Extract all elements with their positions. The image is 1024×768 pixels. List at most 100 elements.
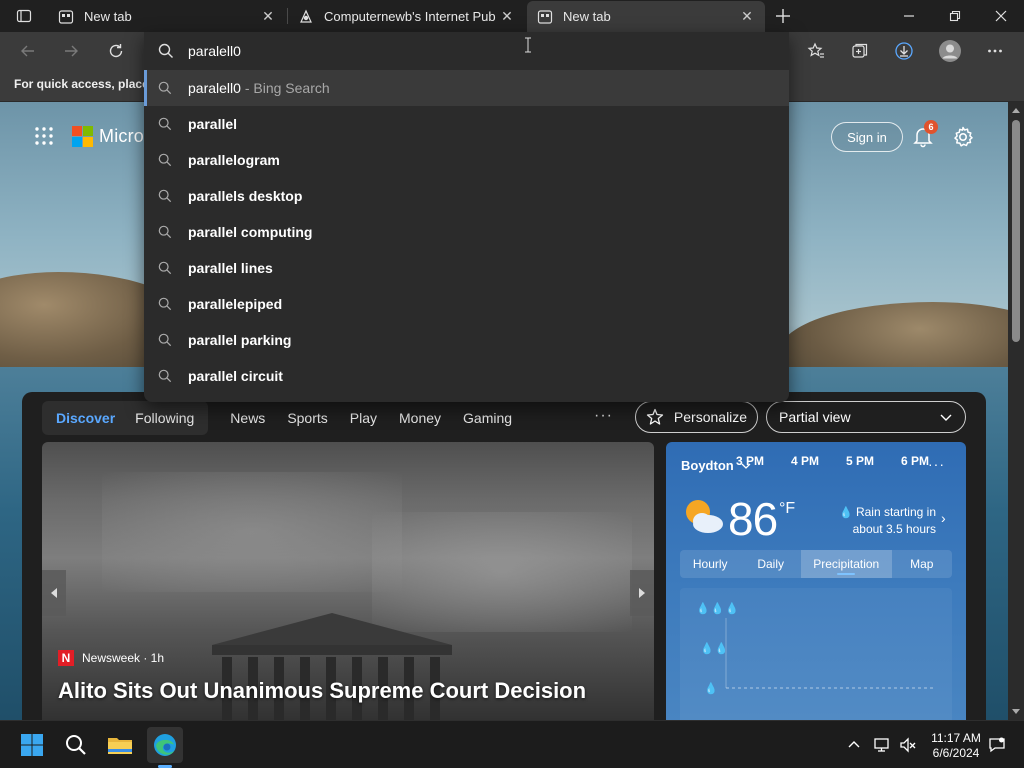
back-button[interactable] xyxy=(13,36,43,66)
view-mode-dropdown[interactable]: Partial view xyxy=(766,401,966,433)
scroll-down-arrow-icon[interactable] xyxy=(1012,709,1020,714)
minimize-button[interactable] xyxy=(886,0,932,32)
suggestion-item[interactable]: parallel lines xyxy=(144,250,789,286)
favorites-button[interactable] xyxy=(801,36,831,66)
newsweek-logo: N xyxy=(58,650,74,666)
tab-1[interactable]: New tab ✕ xyxy=(48,1,286,32)
file-explorer-button[interactable] xyxy=(102,727,138,763)
rain-line-1-text: Rain starting in xyxy=(855,505,936,519)
triangle-right-icon xyxy=(639,588,645,598)
restore-icon xyxy=(949,10,961,22)
sign-in-button[interactable]: Sign in xyxy=(831,122,903,152)
chevron-down-icon xyxy=(940,414,952,421)
folder-icon xyxy=(108,738,132,754)
scrollbar-thumb[interactable] xyxy=(1012,120,1020,342)
weather-rain-forecast[interactable]: 💧 Rain starting in about 3.5 hours xyxy=(826,504,936,537)
personalize-button[interactable]: Personalize xyxy=(635,401,758,433)
microsoft-logo[interactable]: Micros xyxy=(72,126,153,147)
app-launcher-button[interactable] xyxy=(34,126,54,146)
tab-close-button[interactable]: ✕ xyxy=(260,8,276,25)
suggestion-text: parallelogram xyxy=(188,152,280,168)
refresh-button[interactable] xyxy=(101,36,131,66)
page-settings-button[interactable] xyxy=(951,125,975,149)
news-headline[interactable]: Alito Sits Out Unanimous Supreme Court D… xyxy=(58,678,586,704)
tab-news[interactable]: News xyxy=(230,410,265,426)
search-icon xyxy=(158,261,172,275)
rain-line-1: 💧 Rain starting in xyxy=(826,504,936,521)
weather-tab-map[interactable]: Map xyxy=(892,550,952,578)
carousel-next-button[interactable] xyxy=(630,570,654,616)
tab-gaming[interactable]: Gaming xyxy=(463,410,512,426)
tab-money[interactable]: Money xyxy=(399,410,441,426)
search-icon xyxy=(158,369,172,383)
weather-tab-daily[interactable]: Daily xyxy=(740,550,800,578)
news-hero-card[interactable]: N Newsweek · 1h Alito Sits Out Unanimous… xyxy=(42,442,654,720)
edge-taskbar-button[interactable] xyxy=(147,727,183,763)
close-window-button[interactable] xyxy=(978,0,1024,32)
search-icon xyxy=(66,735,86,755)
search-icon xyxy=(158,117,172,131)
more-horizontal-icon xyxy=(988,49,1002,53)
text-cursor-icon xyxy=(525,37,531,53)
suggestion-item-search[interactable]: paralell0 - Bing Search xyxy=(144,70,789,106)
suggestion-text: parallel lines xyxy=(188,260,273,276)
suggestion-item[interactable]: parallels desktop xyxy=(144,178,789,214)
raindrop-icon: 💧 xyxy=(839,507,853,519)
tab-play[interactable]: Play xyxy=(350,410,377,426)
tab-close-button[interactable]: ✕ xyxy=(499,8,515,25)
notification-badge: 6 xyxy=(924,120,938,134)
restore-button[interactable] xyxy=(932,0,978,32)
waffle-grid-icon xyxy=(35,127,53,145)
carousel-prev-button[interactable] xyxy=(42,570,66,616)
feed-more-button[interactable]: ··· xyxy=(594,407,613,425)
weather-temperature: 86 xyxy=(728,493,778,545)
tray-overflow-button[interactable] xyxy=(844,735,864,755)
rain-line-2: about 3.5 hours xyxy=(852,522,936,536)
suggestion-text: parallels desktop xyxy=(188,188,303,204)
suggestion-item[interactable]: parallelepiped xyxy=(144,286,789,322)
suggestion-item[interactable]: parallel circuit xyxy=(144,358,789,394)
volume-button[interactable] xyxy=(898,735,918,755)
notification-center-button[interactable] xyxy=(987,735,1007,755)
suggestion-item[interactable]: parallelogram xyxy=(144,142,789,178)
suggestion-item[interactable]: parallel xyxy=(144,106,789,142)
tab-discover[interactable]: Discover xyxy=(46,405,125,431)
suggestion-text: parallelepiped xyxy=(188,296,283,312)
address-input[interactable] xyxy=(188,40,748,62)
weather-hour-label: 3 PM xyxy=(736,454,765,468)
weather-tab-precipitation[interactable]: Precipitation xyxy=(800,550,892,578)
news-source: N Newsweek · 1h xyxy=(58,650,164,666)
tab-actions-button[interactable] xyxy=(8,4,40,28)
suggestion-item[interactable]: parallel computing xyxy=(144,214,789,250)
avatar-icon xyxy=(939,40,961,62)
suggestion-item[interactable]: parallel parking xyxy=(144,322,789,358)
new-tab-page-icon xyxy=(58,9,74,24)
network-button[interactable] xyxy=(872,735,892,755)
suggestion-suffix: - Bing Search xyxy=(240,80,330,96)
downloads-button[interactable] xyxy=(889,36,919,66)
tab-close-button[interactable]: ✕ xyxy=(739,8,755,25)
search-icon xyxy=(158,333,172,347)
taskbar-clock[interactable]: 11:17 AM 6/6/2024 xyxy=(928,731,984,761)
chevron-right-icon[interactable]: › xyxy=(941,510,946,526)
address-bar xyxy=(144,32,789,70)
collections-button[interactable] xyxy=(845,36,875,66)
forward-button[interactable] xyxy=(56,36,86,66)
tab-following[interactable]: Following xyxy=(125,405,204,431)
tab-2[interactable]: Computernewb's Internet Pub H ✕ xyxy=(288,1,525,32)
profile-button[interactable] xyxy=(935,36,965,66)
tab-3-active[interactable]: New tab ✕ xyxy=(527,1,765,32)
taskbar-search-button[interactable] xyxy=(58,727,94,763)
settings-more-button[interactable] xyxy=(980,36,1010,66)
collections-icon xyxy=(852,43,868,58)
weather-tab-hourly[interactable]: Hourly xyxy=(680,550,740,578)
weather-more-button[interactable]: ··· xyxy=(928,456,945,472)
tab-sports[interactable]: Sports xyxy=(287,410,327,426)
weather-tabs: Hourly Daily Precipitation Map xyxy=(680,550,952,578)
start-button[interactable] xyxy=(14,727,50,763)
page-scrollbar[interactable] xyxy=(1008,102,1024,720)
chevron-up-icon xyxy=(848,741,860,748)
new-tab-button[interactable] xyxy=(770,4,796,28)
scroll-up-arrow-icon[interactable] xyxy=(1012,108,1020,113)
title-bar: New tab ✕ Computernewb's Internet Pub H … xyxy=(0,0,1024,32)
